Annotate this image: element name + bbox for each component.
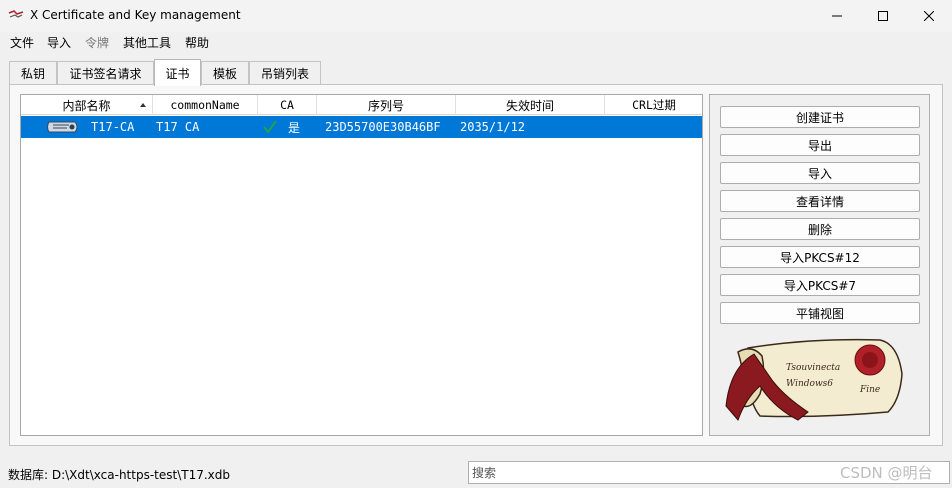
column-crl-expiry[interactable]: CRL过期: [605, 95, 702, 115]
tab-certificates[interactable]: 证书: [154, 59, 201, 86]
table-header: 内部名称 commonName CA 序列号 失效时间 CRL过期: [21, 95, 702, 115]
close-icon: [924, 11, 934, 21]
watermark: CSDN @明台: [840, 464, 933, 482]
import-pkcs12-button[interactable]: 导入PKCS#12: [720, 246, 920, 268]
menu-token[interactable]: 令牌: [85, 34, 109, 51]
certificate-table[interactable]: 内部名称 commonName CA 序列号 失效时间 CRL过期 T17-CA…: [20, 94, 703, 436]
export-button[interactable]: 导出: [720, 134, 920, 156]
delete-button[interactable]: 删除: [720, 218, 920, 240]
certificate-icon: [47, 121, 78, 133]
table-row[interactable]: T17-CA T17 CA 是 23D55700E30B46BF 2035/1/…: [21, 116, 702, 138]
app-icon: [8, 10, 24, 18]
title-bar: X Certificate and Key management: [0, 0, 952, 32]
import-pkcs7-button[interactable]: 导入PKCS#7: [720, 274, 920, 296]
tab-csr[interactable]: 证书签名请求: [57, 61, 154, 84]
column-label: 内部名称: [62, 98, 111, 113]
scroll-text-line2: Windows6: [786, 379, 833, 389]
column-label: 序列号: [367, 98, 404, 113]
close-button[interactable]: [906, 0, 952, 32]
cell-internal-name: T17-CA: [91, 120, 135, 134]
column-ca[interactable]: CA: [258, 95, 317, 115]
tab-revocation-lists[interactable]: 吊销列表: [249, 61, 321, 84]
column-label: commonName: [170, 98, 240, 112]
maximize-icon: [878, 11, 888, 21]
cell-ca: 是: [288, 120, 301, 135]
sort-ascending-icon: [140, 103, 146, 107]
import-button[interactable]: 导入: [720, 162, 920, 184]
menu-bar: 文件 导入 令牌 其他工具 帮助: [0, 32, 952, 52]
check-icon: [263, 120, 277, 134]
column-serial[interactable]: 序列号: [317, 95, 456, 115]
plain-view-button[interactable]: 平铺视图: [720, 302, 920, 324]
menu-other-tools[interactable]: 其他工具: [123, 34, 171, 51]
menu-file[interactable]: 文件: [10, 34, 34, 51]
minimize-icon: [832, 15, 842, 17]
cell-expiry: 2035/1/12: [460, 120, 526, 134]
column-label: CA: [280, 98, 294, 112]
database-path: 数据库: D:\Xdt\xca-https-test\T17.xdb: [8, 468, 230, 482]
tab-templates[interactable]: 模板: [201, 61, 249, 84]
show-details-button[interactable]: 查看详情: [720, 190, 920, 212]
column-label: 失效时间: [505, 98, 554, 113]
column-expiry[interactable]: 失效时间: [456, 95, 605, 115]
window-title: X Certificate and Key management: [30, 8, 241, 22]
certificate-scroll-image: Tsouvinecta Windows6 Fine: [725, 338, 903, 421]
maximize-button[interactable]: [860, 0, 906, 32]
column-common-name[interactable]: commonName: [153, 95, 258, 115]
scroll-text-line3: Fine: [859, 385, 880, 395]
cell-common-name: T17 CA: [156, 120, 200, 134]
create-certificate-button[interactable]: 创建证书: [720, 106, 920, 128]
tab-private-keys[interactable]: 私钥: [9, 61, 57, 84]
column-label: CRL过期: [632, 98, 676, 112]
scroll-text-line1: Tsouvinecta: [786, 363, 840, 373]
minimize-button[interactable]: [814, 0, 860, 32]
column-internal-name[interactable]: 内部名称: [21, 95, 153, 115]
cell-serial: 23D55700E30B46BF: [325, 120, 441, 134]
menu-help[interactable]: 帮助: [185, 34, 209, 51]
menu-import[interactable]: 导入: [47, 34, 71, 51]
